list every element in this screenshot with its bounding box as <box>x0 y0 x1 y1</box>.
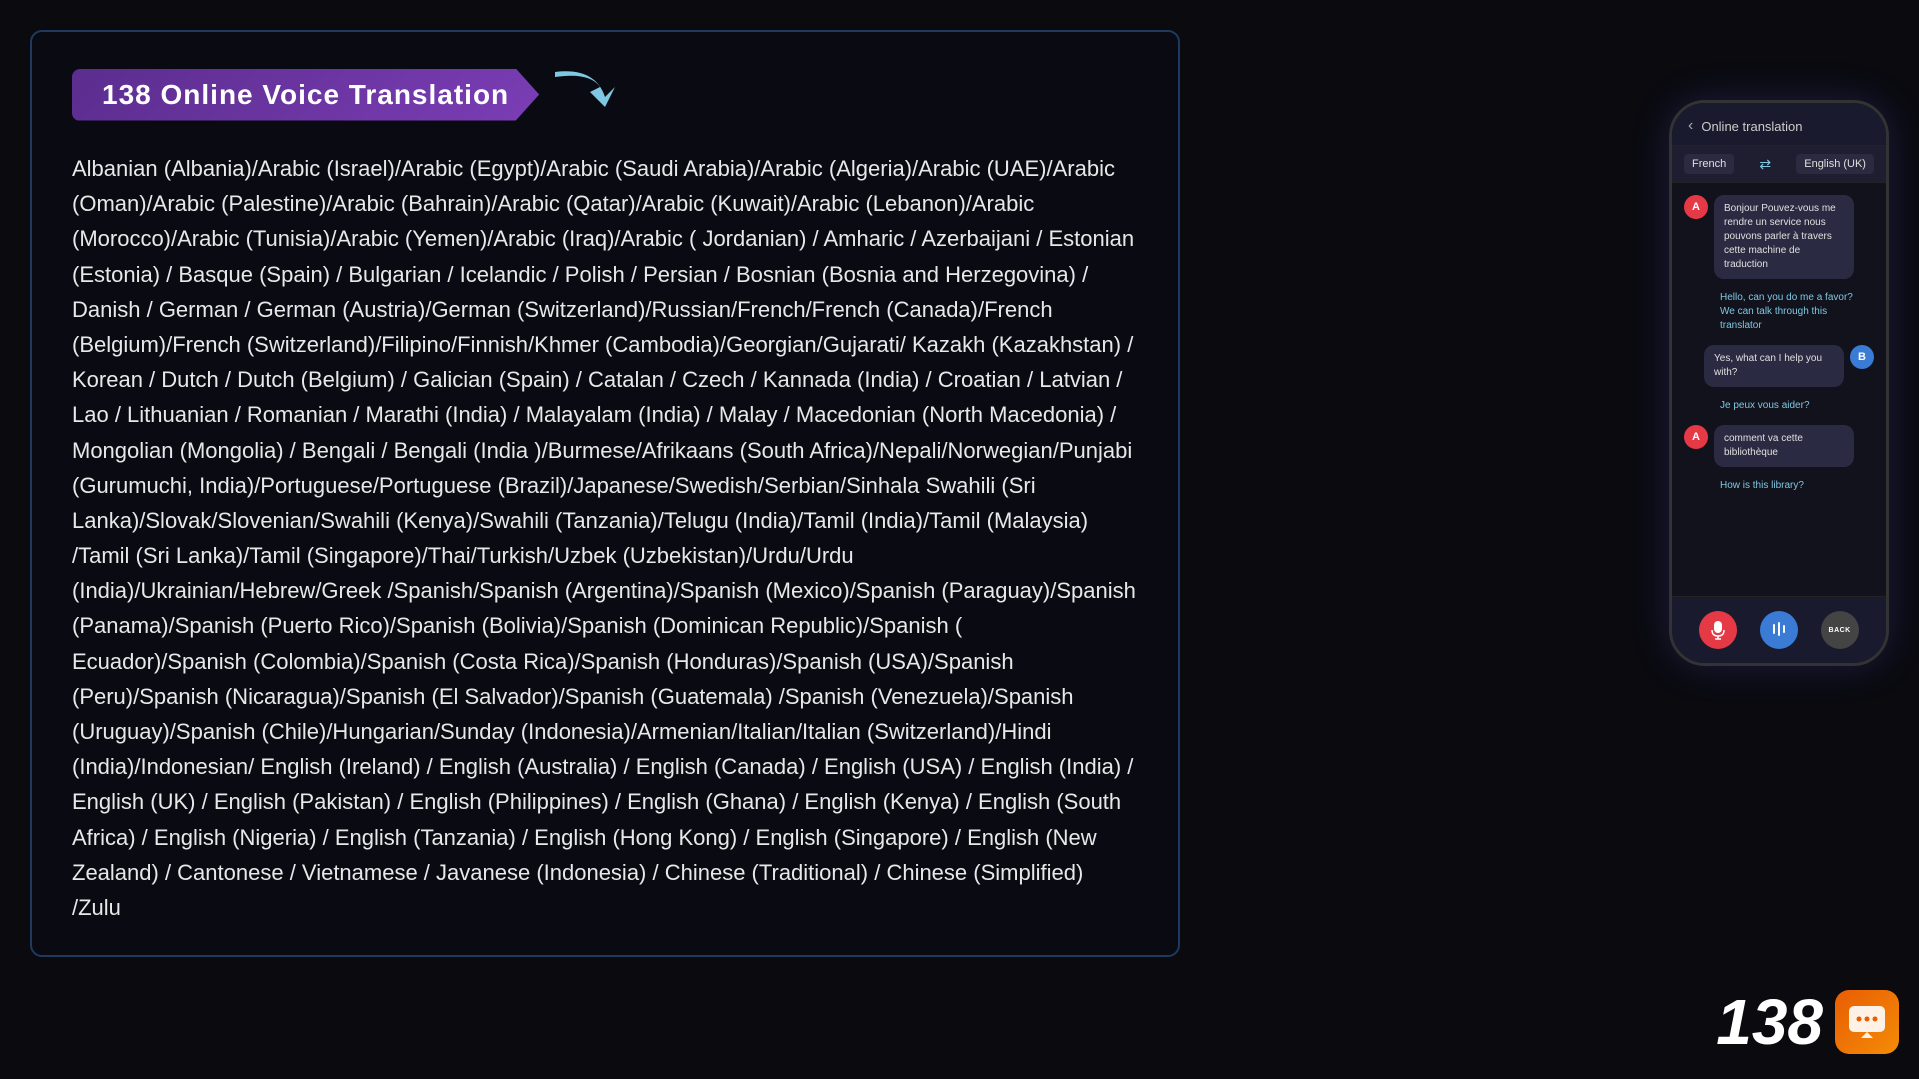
translation-1: Hello, can you do me a favor? We can tal… <box>1720 289 1860 335</box>
message-row-3: A comment va cette bibliothèque <box>1684 425 1874 467</box>
lang-from-button[interactable]: French <box>1684 154 1734 174</box>
title-wrapper: 138 Online Voice Translation <box>72 62 1138 127</box>
arrow-icon <box>545 62 625 127</box>
left-panel: 138 Online Voice Translation Albanian (A… <box>30 30 1180 957</box>
translation-2: Je peux vous aider? <box>1720 397 1810 415</box>
bubble-2: Yes, what can I help you with? <box>1704 345 1844 387</box>
phone-screen: ‹ Online translation French ⇄ English (U… <box>1672 103 1886 663</box>
logo-badge <box>1835 990 1899 1054</box>
languages-text: Albanian (Albania)/Arabic (Israel)/Arabi… <box>72 151 1138 925</box>
chat-area: A Bonjour Pouvez-vous me rendre un servi… <box>1672 183 1886 596</box>
bottom-right: 138 <box>1716 985 1899 1059</box>
mic-b-button[interactable] <box>1760 611 1798 649</box>
message-row-2: B Yes, what can I help you with? <box>1684 345 1874 387</box>
avatar-a-1: A <box>1684 195 1708 219</box>
bubble-1: Bonjour Pouvez-vous me rendre un service… <box>1714 195 1854 279</box>
message-row-1: A Bonjour Pouvez-vous me rendre un servi… <box>1684 195 1874 279</box>
mic-a-button[interactable] <box>1699 611 1737 649</box>
phone-mockup: ‹ Online translation French ⇄ English (U… <box>1669 100 1889 666</box>
back-button[interactable]: BACK <box>1821 611 1859 649</box>
lang-to-button[interactable]: English (UK) <box>1796 154 1874 174</box>
translation-row-1: Hello, can you do me a favor? We can tal… <box>1684 289 1874 335</box>
translation-3: How is this library? <box>1720 477 1804 495</box>
phone-bottom: BACK <box>1672 596 1886 663</box>
bubble-3: comment va cette bibliothèque <box>1714 425 1854 467</box>
phone-header: ‹ Online translation <box>1672 103 1886 146</box>
phone-header-title: Online translation <box>1701 119 1870 134</box>
lang-selector: French ⇄ English (UK) <box>1672 146 1886 183</box>
number-badge: 138 <box>1716 985 1823 1059</box>
avatar-a-2: A <box>1684 425 1708 449</box>
phone-container: ‹ Online translation French ⇄ English (U… <box>1669 100 1889 666</box>
lang-swap-icon[interactable]: ⇄ <box>1759 156 1771 173</box>
title-badge: 138 Online Voice Translation <box>72 69 539 121</box>
avatar-b-1: B <box>1850 345 1874 369</box>
translation-row-2: Je peux vous aider? <box>1684 397 1874 415</box>
back-icon[interactable]: ‹ <box>1688 117 1693 135</box>
translation-row-3: How is this library? <box>1684 477 1874 495</box>
